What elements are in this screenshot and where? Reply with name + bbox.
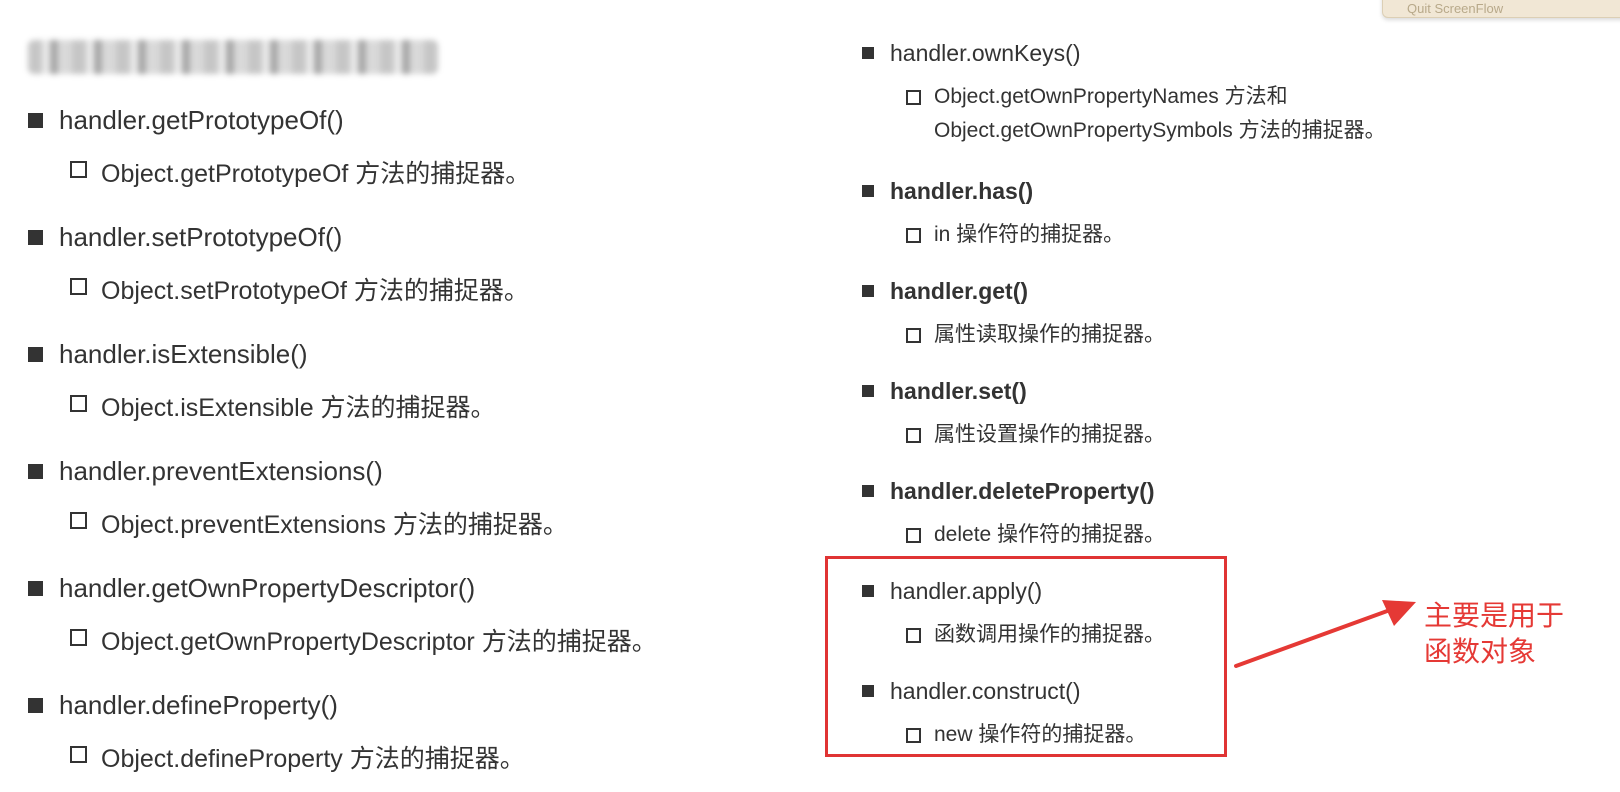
filled-square-bullet-icon	[862, 385, 874, 397]
hollow-square-bullet-icon	[70, 278, 87, 295]
item-description: Object.setPrototypeOf 方法的捕捉器。	[101, 277, 529, 305]
item-name: handler.getOwnPropertyDescriptor()	[59, 572, 476, 603]
hollow-square-bullet-icon	[70, 161, 87, 178]
list-item-get: handler.get() 属性读取操作的捕捉器。	[862, 274, 1602, 374]
list-item-getprototypeof: handler.getPrototypeOf() Object.getProto…	[28, 100, 768, 217]
list-item-set: handler.set() 属性设置操作的捕捉器。	[862, 374, 1602, 474]
item-description: 属性读取操作的捕捉器。	[934, 323, 1165, 346]
hollow-square-bullet-icon	[70, 629, 87, 646]
item-description-line-2: Object.getOwnPropertySymbols 方法的捕捉器。	[934, 119, 1386, 142]
list-item-defineproperty: handler.defineProperty() Object.definePr…	[28, 685, 768, 792]
left-column: handler.getPrototypeOf() Object.getProto…	[28, 100, 768, 792]
hollow-square-bullet-icon	[70, 512, 87, 529]
item-description: Object.preventExtensions 方法的捕捉器。	[101, 511, 568, 539]
filled-square-bullet-icon	[862, 185, 874, 197]
item-description-line-1: Object.getOwnPropertyNames 方法和	[934, 85, 1288, 108]
list-item-preventextensions: handler.preventExtensions() Object.preve…	[28, 451, 768, 568]
item-description: 属性设置操作的捕捉器。	[934, 423, 1165, 446]
hollow-square-bullet-icon	[906, 90, 921, 105]
hollow-square-bullet-icon	[906, 428, 921, 443]
item-name: handler.preventExtensions()	[59, 455, 383, 486]
list-item-ownkeys: handler.ownKeys() Object.getOwnPropertyN…	[862, 36, 1602, 174]
hollow-square-bullet-icon	[70, 395, 87, 412]
annotation-note: 主要是用于 函数对象	[1424, 598, 1594, 670]
filled-square-bullet-icon	[28, 697, 43, 713]
filled-square-bullet-icon	[28, 463, 43, 479]
filled-square-bullet-icon	[862, 47, 874, 59]
list-item-getownpropertydescriptor: handler.getOwnPropertyDescriptor() Objec…	[28, 568, 768, 685]
item-description: in 操作符的捕捉器。	[934, 223, 1125, 246]
quit-screenflow-tab[interactable]: Quit ScreenFlow	[1382, 0, 1620, 18]
item-description: delete 操作符的捕捉器。	[934, 523, 1166, 546]
item-description: Object.getPrototypeOf 方法的捕捉器。	[101, 160, 531, 188]
list-item-has: handler.has() in 操作符的捕捉器。	[862, 174, 1602, 274]
item-name: handler.has()	[890, 177, 1034, 204]
hollow-square-bullet-icon	[906, 328, 921, 343]
item-name: handler.deleteProperty()	[890, 477, 1155, 504]
filled-square-bullet-icon	[28, 580, 43, 596]
item-name: handler.defineProperty()	[59, 689, 338, 720]
highlight-box	[825, 556, 1227, 757]
item-description: Object.isExtensible 方法的捕捉器。	[101, 394, 496, 422]
hollow-square-bullet-icon	[906, 228, 921, 243]
slide-page: Quit ScreenFlow handler.getPrototypeOf()…	[0, 0, 1620, 792]
quit-screenflow-label: Quit ScreenFlow	[1407, 1, 1504, 16]
hollow-square-bullet-icon	[906, 528, 921, 543]
list-item-setprototypeof: handler.setPrototypeOf() Object.setProto…	[28, 217, 768, 334]
item-name: handler.setPrototypeOf()	[59, 221, 343, 252]
item-name: handler.get()	[890, 277, 1029, 304]
item-description: Object.defineProperty 方法的捕捉器。	[101, 745, 525, 773]
filled-square-bullet-icon	[862, 285, 874, 297]
blurred-heading	[28, 40, 438, 74]
item-name: handler.getPrototypeOf()	[59, 104, 344, 135]
filled-square-bullet-icon	[28, 112, 43, 128]
filled-square-bullet-icon	[862, 485, 874, 497]
item-name: handler.set()	[890, 377, 1027, 404]
hollow-square-bullet-icon	[70, 746, 87, 763]
item-name: handler.isExtensible()	[59, 338, 308, 369]
filled-square-bullet-icon	[28, 346, 43, 362]
list-item-isextensible: handler.isExtensible() Object.isExtensib…	[28, 334, 768, 451]
annotation-line-2: 函数对象	[1424, 636, 1537, 667]
annotation-line-1: 主要是用于	[1424, 600, 1565, 631]
item-name: handler.ownKeys()	[890, 39, 1081, 66]
item-description: Object.getOwnPropertyDescriptor 方法的捕捉器。	[101, 628, 657, 656]
item-description: Object.getOwnPropertyNames 方法和 Object.ge…	[934, 80, 1386, 148]
filled-square-bullet-icon	[28, 229, 43, 245]
arrow-icon	[1234, 600, 1416, 668]
